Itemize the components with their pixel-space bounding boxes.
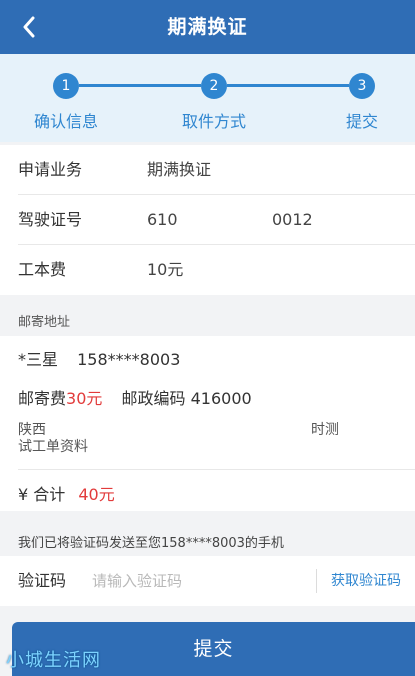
recipient-phone: 158****8003 bbox=[77, 350, 181, 369]
address-line-1: 陕西 bbox=[18, 422, 46, 439]
business-value: 期满换证 bbox=[147, 160, 212, 179]
license-value-prefix: 610 bbox=[147, 210, 178, 229]
step-connector bbox=[79, 84, 201, 87]
postcode-label: 邮政编码 bbox=[121, 389, 186, 408]
mail-section-title: 邮寄地址 bbox=[18, 315, 71, 330]
mail-address-card[interactable]: *三星 158****8003 邮寄费30元 邮政编码 416000 陕西 时测… bbox=[0, 336, 415, 511]
license-value-suffix: 0012 bbox=[272, 210, 313, 229]
step-3-label: 提交 bbox=[345, 112, 378, 131]
license-row: 驾驶证号 610 0012 bbox=[0, 195, 415, 245]
watermark-logo: 小城生活网 bbox=[6, 650, 101, 671]
progress-steps: 1 2 3 确认信息 取件方式 提交 bbox=[0, 54, 415, 142]
fee-value: 10元 bbox=[147, 260, 184, 279]
divider bbox=[18, 469, 415, 470]
divider bbox=[316, 569, 317, 593]
step-2-circle: 2 bbox=[201, 73, 227, 99]
verification-code-row: 验证码 获取验证码 bbox=[0, 556, 415, 606]
business-row: 申请业务 期满换证 bbox=[0, 145, 415, 195]
step-connector bbox=[227, 84, 349, 87]
step-2-label: 取件方式 bbox=[181, 112, 246, 131]
recipient-line: *三星 158****8003 bbox=[18, 346, 180, 370]
address-line-1-tail: 时测 bbox=[311, 422, 339, 438]
address-text-start: 陕西 bbox=[18, 422, 46, 438]
total-line: ¥ 合计 40元 bbox=[18, 481, 115, 505]
application-info-card: 申请业务 期满换证 驾驶证号 610 0012 工本费 10元 bbox=[0, 145, 415, 295]
fee-row: 工本费 10元 bbox=[0, 245, 415, 295]
page-title: 期满换证 bbox=[167, 16, 248, 38]
postage-label: 邮寄费 bbox=[18, 389, 67, 408]
total-value: 40元 bbox=[78, 485, 115, 504]
verification-notice: 我们已将验证码发送至您158****8003的手机 bbox=[18, 536, 284, 551]
postcode-value: 416000 bbox=[190, 389, 252, 408]
step-3-circle: 3 bbox=[349, 73, 375, 99]
fee-label: 工本费 bbox=[18, 260, 67, 279]
recipient-name: *三星 bbox=[18, 350, 59, 369]
business-label: 申请业务 bbox=[18, 160, 83, 179]
total-label: ¥ 合计 bbox=[18, 485, 66, 504]
top-nav-bar: 期满换证 bbox=[0, 0, 415, 54]
step-1-label: 确认信息 bbox=[33, 112, 98, 131]
get-code-button[interactable]: 获取验证码 bbox=[331, 556, 401, 606]
postage-value: 30元 bbox=[66, 389, 103, 408]
verification-code-label: 验证码 bbox=[18, 571, 67, 590]
verification-code-input[interactable] bbox=[92, 568, 292, 594]
address-line-2: 试工单资料 bbox=[18, 439, 88, 455]
postage-line: 邮寄费30元 邮政编码 416000 bbox=[18, 385, 252, 409]
step-1-circle: 1 bbox=[53, 73, 79, 99]
license-label: 驾驶证号 bbox=[18, 210, 83, 229]
